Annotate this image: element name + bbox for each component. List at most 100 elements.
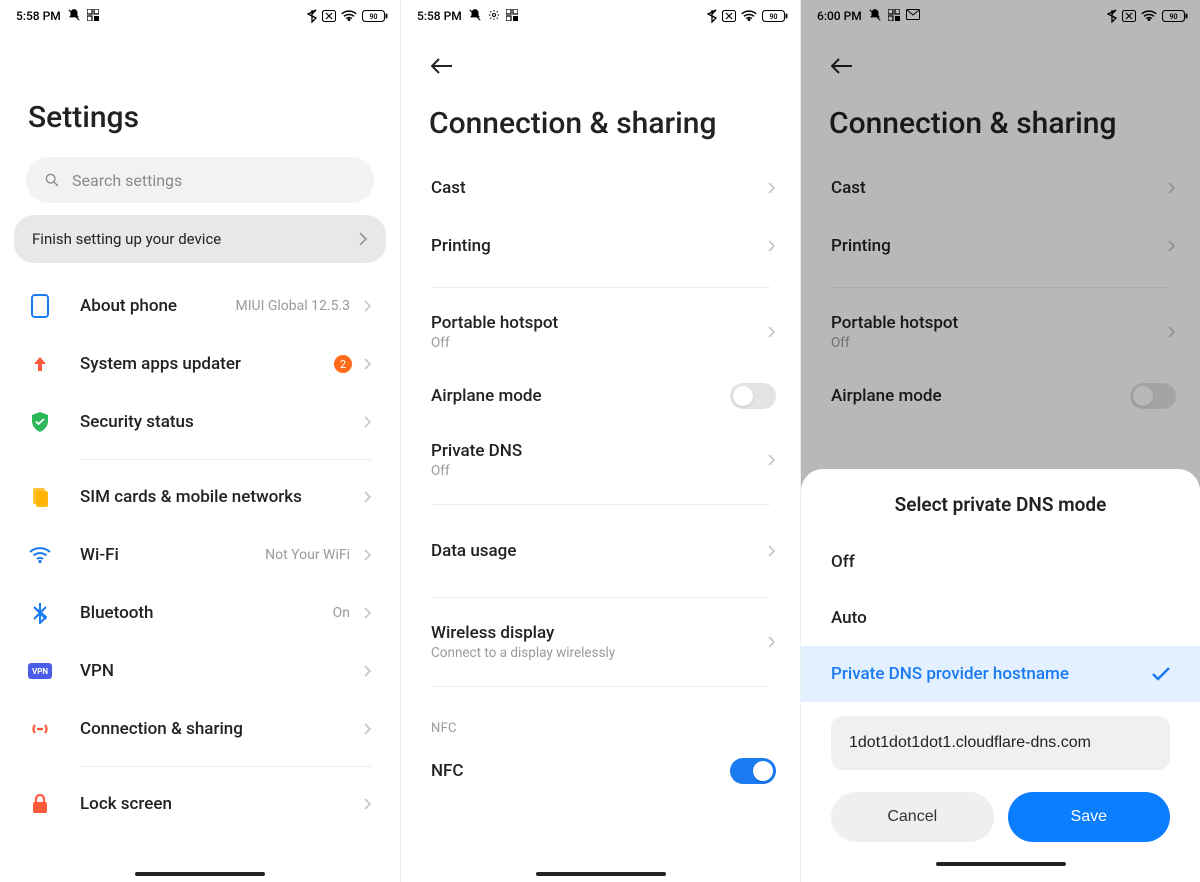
item-value: On (333, 605, 350, 621)
vpn-icon: VPN (28, 663, 52, 679)
item-vpn[interactable]: VPN VPN (0, 642, 400, 700)
search-input[interactable]: Search settings (26, 157, 374, 203)
chevron-right-icon (768, 326, 776, 338)
item-printing[interactable]: Printing (401, 217, 800, 275)
battery-icon: 90 (362, 10, 388, 22)
chevron-right-icon (768, 636, 776, 648)
item-private-dns[interactable]: Private DNS Off (401, 428, 800, 492)
divider (80, 766, 372, 767)
sim-missing-icon (322, 10, 336, 22)
item-sub: Off (431, 335, 768, 351)
status-time: 5:58 PM (16, 9, 61, 23)
dns-option-auto[interactable]: Auto (801, 590, 1200, 646)
svg-text:VPN: VPN (32, 667, 48, 676)
item-sub: Connect to a display wirelessly (431, 645, 768, 661)
cancel-button[interactable]: Cancel (831, 792, 994, 842)
item-security-status[interactable]: Security status (0, 393, 400, 451)
chevron-right-icon (358, 232, 368, 246)
status-bar: 5:58 PM 90 (401, 0, 800, 28)
item-value: MIUI Global 12.5.3 (235, 298, 350, 314)
shield-icon (28, 412, 52, 432)
page-title: Settings (0, 28, 400, 153)
item-about-phone[interactable]: About phone MIUI Global 12.5.3 (0, 277, 400, 335)
phone-icon (28, 294, 52, 318)
item-label: Airplane mode (431, 386, 730, 406)
item-label: System apps updater (80, 354, 334, 374)
dnd-icon (67, 8, 81, 25)
divider (431, 686, 770, 687)
option-label: Auto (831, 608, 867, 628)
airplane-toggle[interactable] (730, 383, 776, 409)
svg-text:90: 90 (770, 13, 778, 21)
back-arrow-icon[interactable] (431, 58, 453, 74)
chevron-right-icon (364, 549, 372, 561)
divider (431, 504, 770, 505)
chevron-right-icon (768, 182, 776, 194)
nfc-toggle[interactable] (730, 758, 776, 784)
page-title: Connection & sharing (401, 78, 800, 159)
lock-icon (28, 794, 52, 814)
item-hotspot[interactable]: Portable hotspot Off (401, 300, 800, 364)
item-value: Not Your WiFi (265, 547, 350, 563)
item-label: Connection & sharing (80, 719, 364, 739)
finish-setup-row[interactable]: Finish setting up your device (14, 215, 386, 263)
item-cast[interactable]: Cast (401, 159, 800, 217)
status-bar: 5:58 PM 90 (0, 0, 400, 28)
dns-hostname-input[interactable] (831, 716, 1170, 770)
divider (431, 287, 770, 288)
home-indicator[interactable] (135, 872, 265, 876)
item-label: Data usage (431, 541, 768, 561)
chevron-right-icon (364, 723, 372, 735)
item-nfc[interactable]: NFC (401, 742, 800, 800)
chevron-right-icon (364, 798, 372, 810)
settings-list: About phone MIUI Global 12.5.3 System ap… (0, 277, 400, 833)
bluetooth-icon (28, 602, 52, 624)
gear-icon (488, 9, 500, 24)
status-time: 5:58 PM (417, 9, 462, 23)
chevron-right-icon (364, 607, 372, 619)
item-label: VPN (80, 661, 364, 681)
item-sub: Off (431, 463, 768, 479)
item-data-usage[interactable]: Data usage (401, 517, 800, 585)
finish-setup-label: Finish setting up your device (32, 230, 221, 248)
home-indicator[interactable] (936, 862, 1066, 866)
item-connection-sharing[interactable]: Connection & sharing (0, 700, 400, 758)
item-label: Wi-Fi (80, 545, 265, 565)
item-airplane[interactable]: Airplane mode (401, 364, 800, 428)
dns-option-hostname[interactable]: Private DNS provider hostname (801, 646, 1200, 702)
qr-icon (506, 9, 518, 24)
chevron-right-icon (768, 545, 776, 557)
dnd-icon (468, 8, 482, 25)
item-label: About phone (80, 296, 235, 316)
item-bluetooth[interactable]: Bluetooth On (0, 584, 400, 642)
item-label: SIM cards & mobile networks (80, 487, 364, 507)
item-label: Lock screen (80, 794, 364, 814)
screen-dns-dialog: 6:00 PM 90 Connection & sharing Cast (800, 0, 1200, 882)
chevron-right-icon (364, 665, 372, 677)
item-sim[interactable]: SIM cards & mobile networks (0, 468, 400, 526)
item-wifi[interactable]: Wi-Fi Not Your WiFi (0, 526, 400, 584)
wifi-icon (28, 546, 52, 564)
item-label: Private DNS (431, 441, 768, 461)
divider (80, 459, 372, 460)
search-placeholder: Search settings (72, 171, 182, 190)
option-label: Off (831, 552, 855, 572)
sheet-title: Select private DNS mode (801, 493, 1200, 534)
item-label: NFC (431, 761, 730, 781)
search-icon (44, 172, 60, 188)
option-label: Private DNS provider hostname (831, 664, 1069, 684)
item-system-updater[interactable]: System apps updater 2 (0, 335, 400, 393)
item-label: Cast (431, 178, 768, 198)
chevron-right-icon (768, 240, 776, 252)
save-button[interactable]: Save (1008, 792, 1171, 842)
item-label: Wireless display (431, 623, 768, 643)
update-badge: 2 (334, 355, 352, 373)
dns-option-off[interactable]: Off (801, 534, 1200, 590)
chevron-right-icon (768, 454, 776, 466)
item-wireless-display[interactable]: Wireless display Connect to a display wi… (401, 610, 800, 674)
item-lock-screen[interactable]: Lock screen (0, 775, 400, 833)
chevron-right-icon (364, 491, 372, 503)
home-indicator[interactable] (536, 872, 666, 876)
qr-icon (87, 9, 99, 24)
chevron-right-icon (364, 358, 372, 370)
